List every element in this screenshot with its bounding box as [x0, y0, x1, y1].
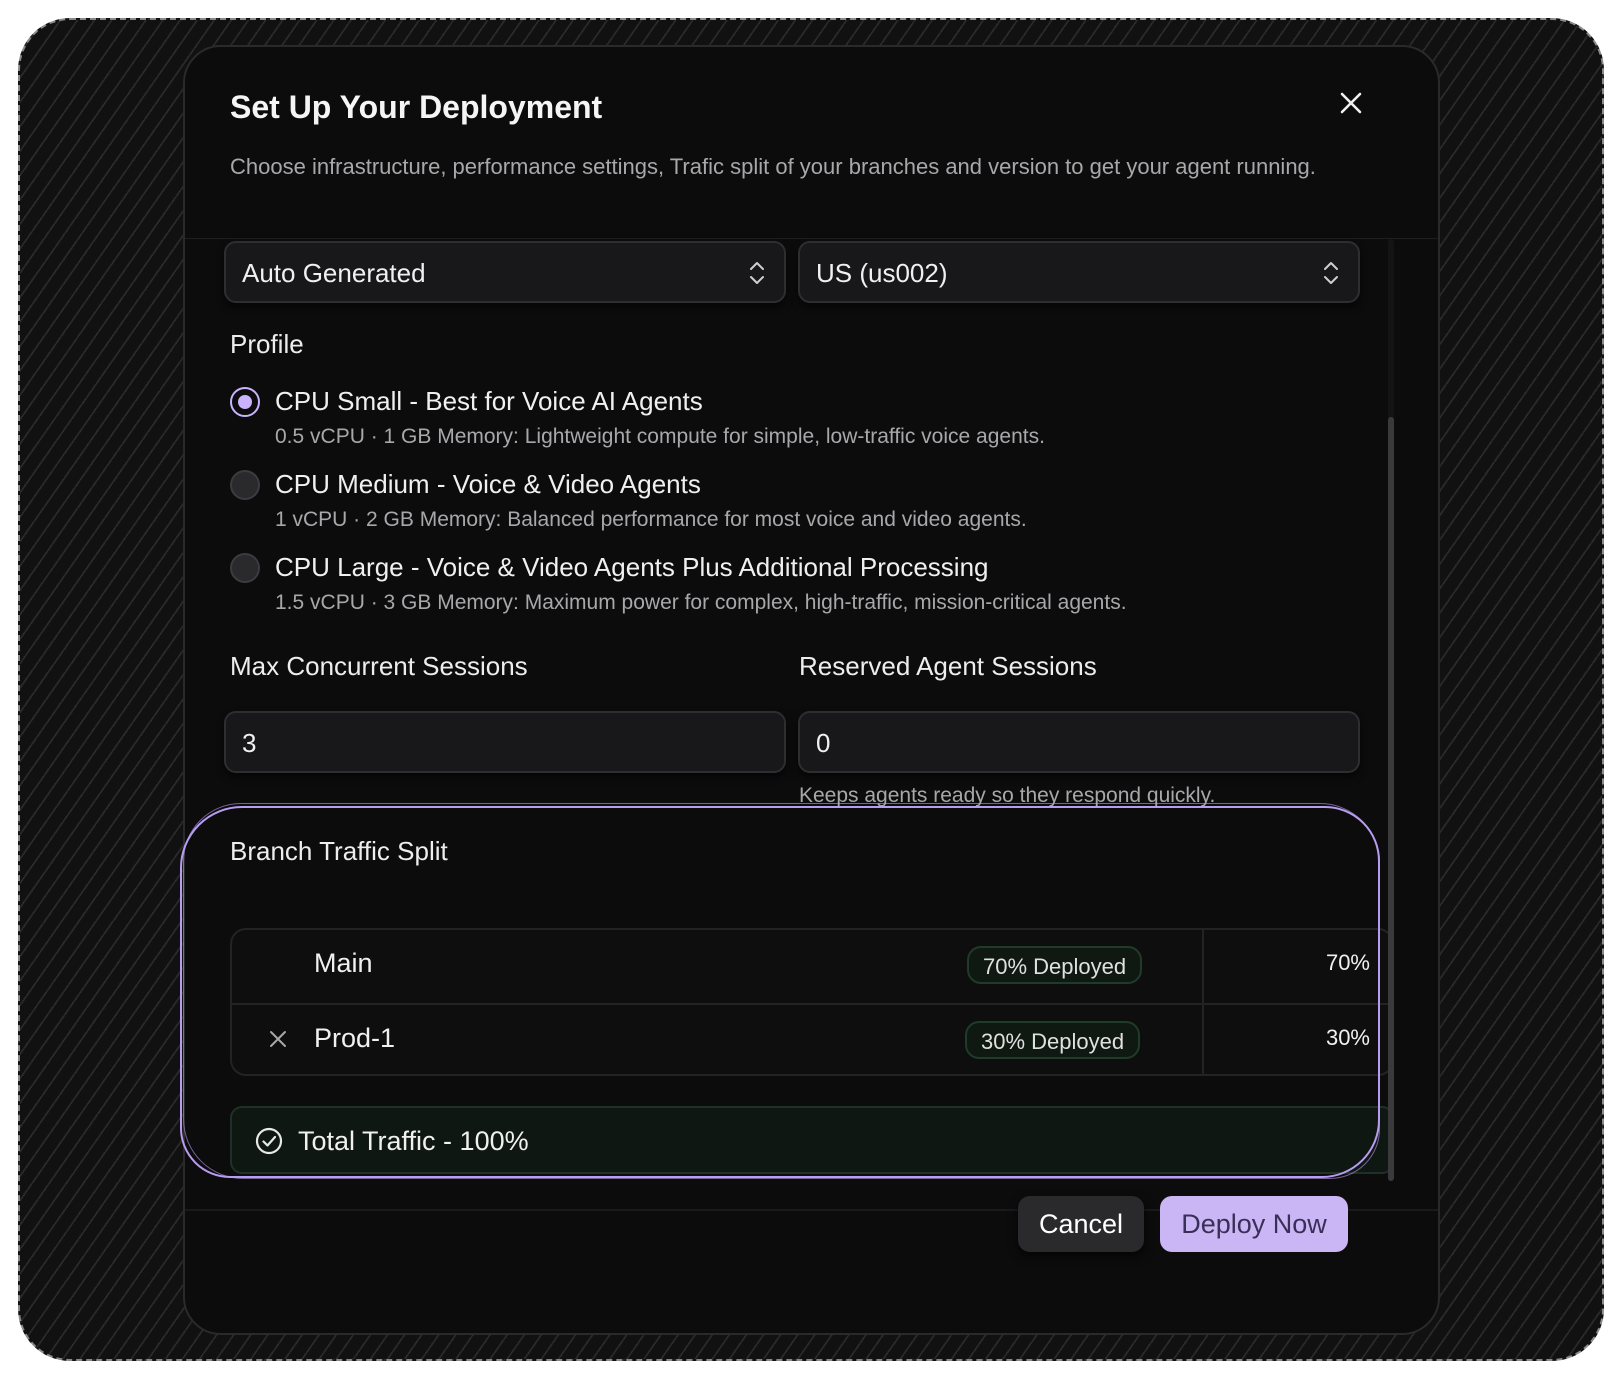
traffic-percent-input[interactable]: 70% [1326, 950, 1370, 976]
reserved-sessions-hint: Keeps agents ready so they respond quick… [799, 784, 1216, 807]
name-select-value: Auto Generated [242, 258, 426, 288]
traffic-split-table: Main 70% Deployed 70% Prod-1 30% Deploye… [230, 928, 1394, 1076]
region-select-value: US (us002) [816, 258, 948, 288]
max-sessions-label: Max Concurrent Sessions [230, 651, 528, 681]
traffic-split-label: Branch Traffic Split [230, 836, 448, 866]
close-icon [1340, 92, 1362, 114]
remove-branch-button[interactable] [266, 1027, 290, 1051]
radio-cpu-large[interactable] [230, 553, 260, 583]
close-button[interactable] [1333, 85, 1369, 121]
max-sessions-value: 3 [242, 728, 257, 758]
traffic-percent-input[interactable]: 30% [1326, 1025, 1370, 1051]
option-title-cpu-medium: CPU Medium - Voice & Video Agents [275, 469, 701, 499]
branch-name: Prod-1 [314, 1023, 396, 1053]
name-select[interactable]: Auto Generated [224, 241, 786, 303]
branch-name: Main [314, 948, 373, 978]
total-traffic-text: Total Traffic - 100% [298, 1126, 529, 1156]
option-desc-cpu-medium: 1 vCPU · 2 GB Memory: Balanced performan… [275, 508, 1027, 531]
chevron-up-down-icon [1324, 262, 1338, 284]
cancel-button[interactable]: Cancel [1018, 1196, 1144, 1252]
x-icon [270, 1031, 286, 1047]
table-row: Prod-1 30% Deployed 30% [232, 1003, 1392, 1074]
header-divider [185, 238, 1438, 239]
max-sessions-input[interactable]: 3 [224, 711, 786, 773]
dialog-description: Choose infrastructure, performance setti… [230, 154, 1316, 179]
radio-cpu-medium[interactable] [230, 470, 260, 500]
deployed-badge: 30% Deployed [965, 1021, 1141, 1059]
deployment-dialog: Set Up Your Deployment Choose infrastruc… [183, 45, 1440, 1335]
total-traffic-banner: Total Traffic - 100% [230, 1106, 1394, 1174]
option-title-cpu-large: CPU Large - Voice & Video Agents Plus Ad… [275, 552, 989, 582]
chevron-up-down-icon [750, 262, 764, 284]
radio-cpu-small[interactable] [230, 387, 260, 417]
check-circle-icon [255, 1127, 283, 1155]
reserved-sessions-input[interactable]: 0 [798, 711, 1360, 773]
reserved-sessions-label: Reserved Agent Sessions [799, 651, 1097, 681]
deployed-badge: 70% Deployed [967, 946, 1143, 984]
scrollbar-thumb[interactable] [1388, 417, 1394, 1181]
profile-label: Profile [230, 329, 304, 359]
option-desc-cpu-large: 1.5 vCPU · 3 GB Memory: Maximum power fo… [275, 591, 1127, 614]
table-row: Main 70% Deployed 70% [232, 930, 1392, 1002]
reserved-sessions-value: 0 [816, 728, 831, 758]
region-select[interactable]: US (us002) [798, 241, 1360, 303]
option-title-cpu-small: CPU Small - Best for Voice AI Agents [275, 386, 703, 416]
dialog-title: Set Up Your Deployment [230, 89, 603, 125]
option-desc-cpu-small: 0.5 vCPU · 1 GB Memory: Lightweight comp… [275, 425, 1045, 448]
deploy-now-button[interactable]: Deploy Now [1160, 1196, 1348, 1252]
